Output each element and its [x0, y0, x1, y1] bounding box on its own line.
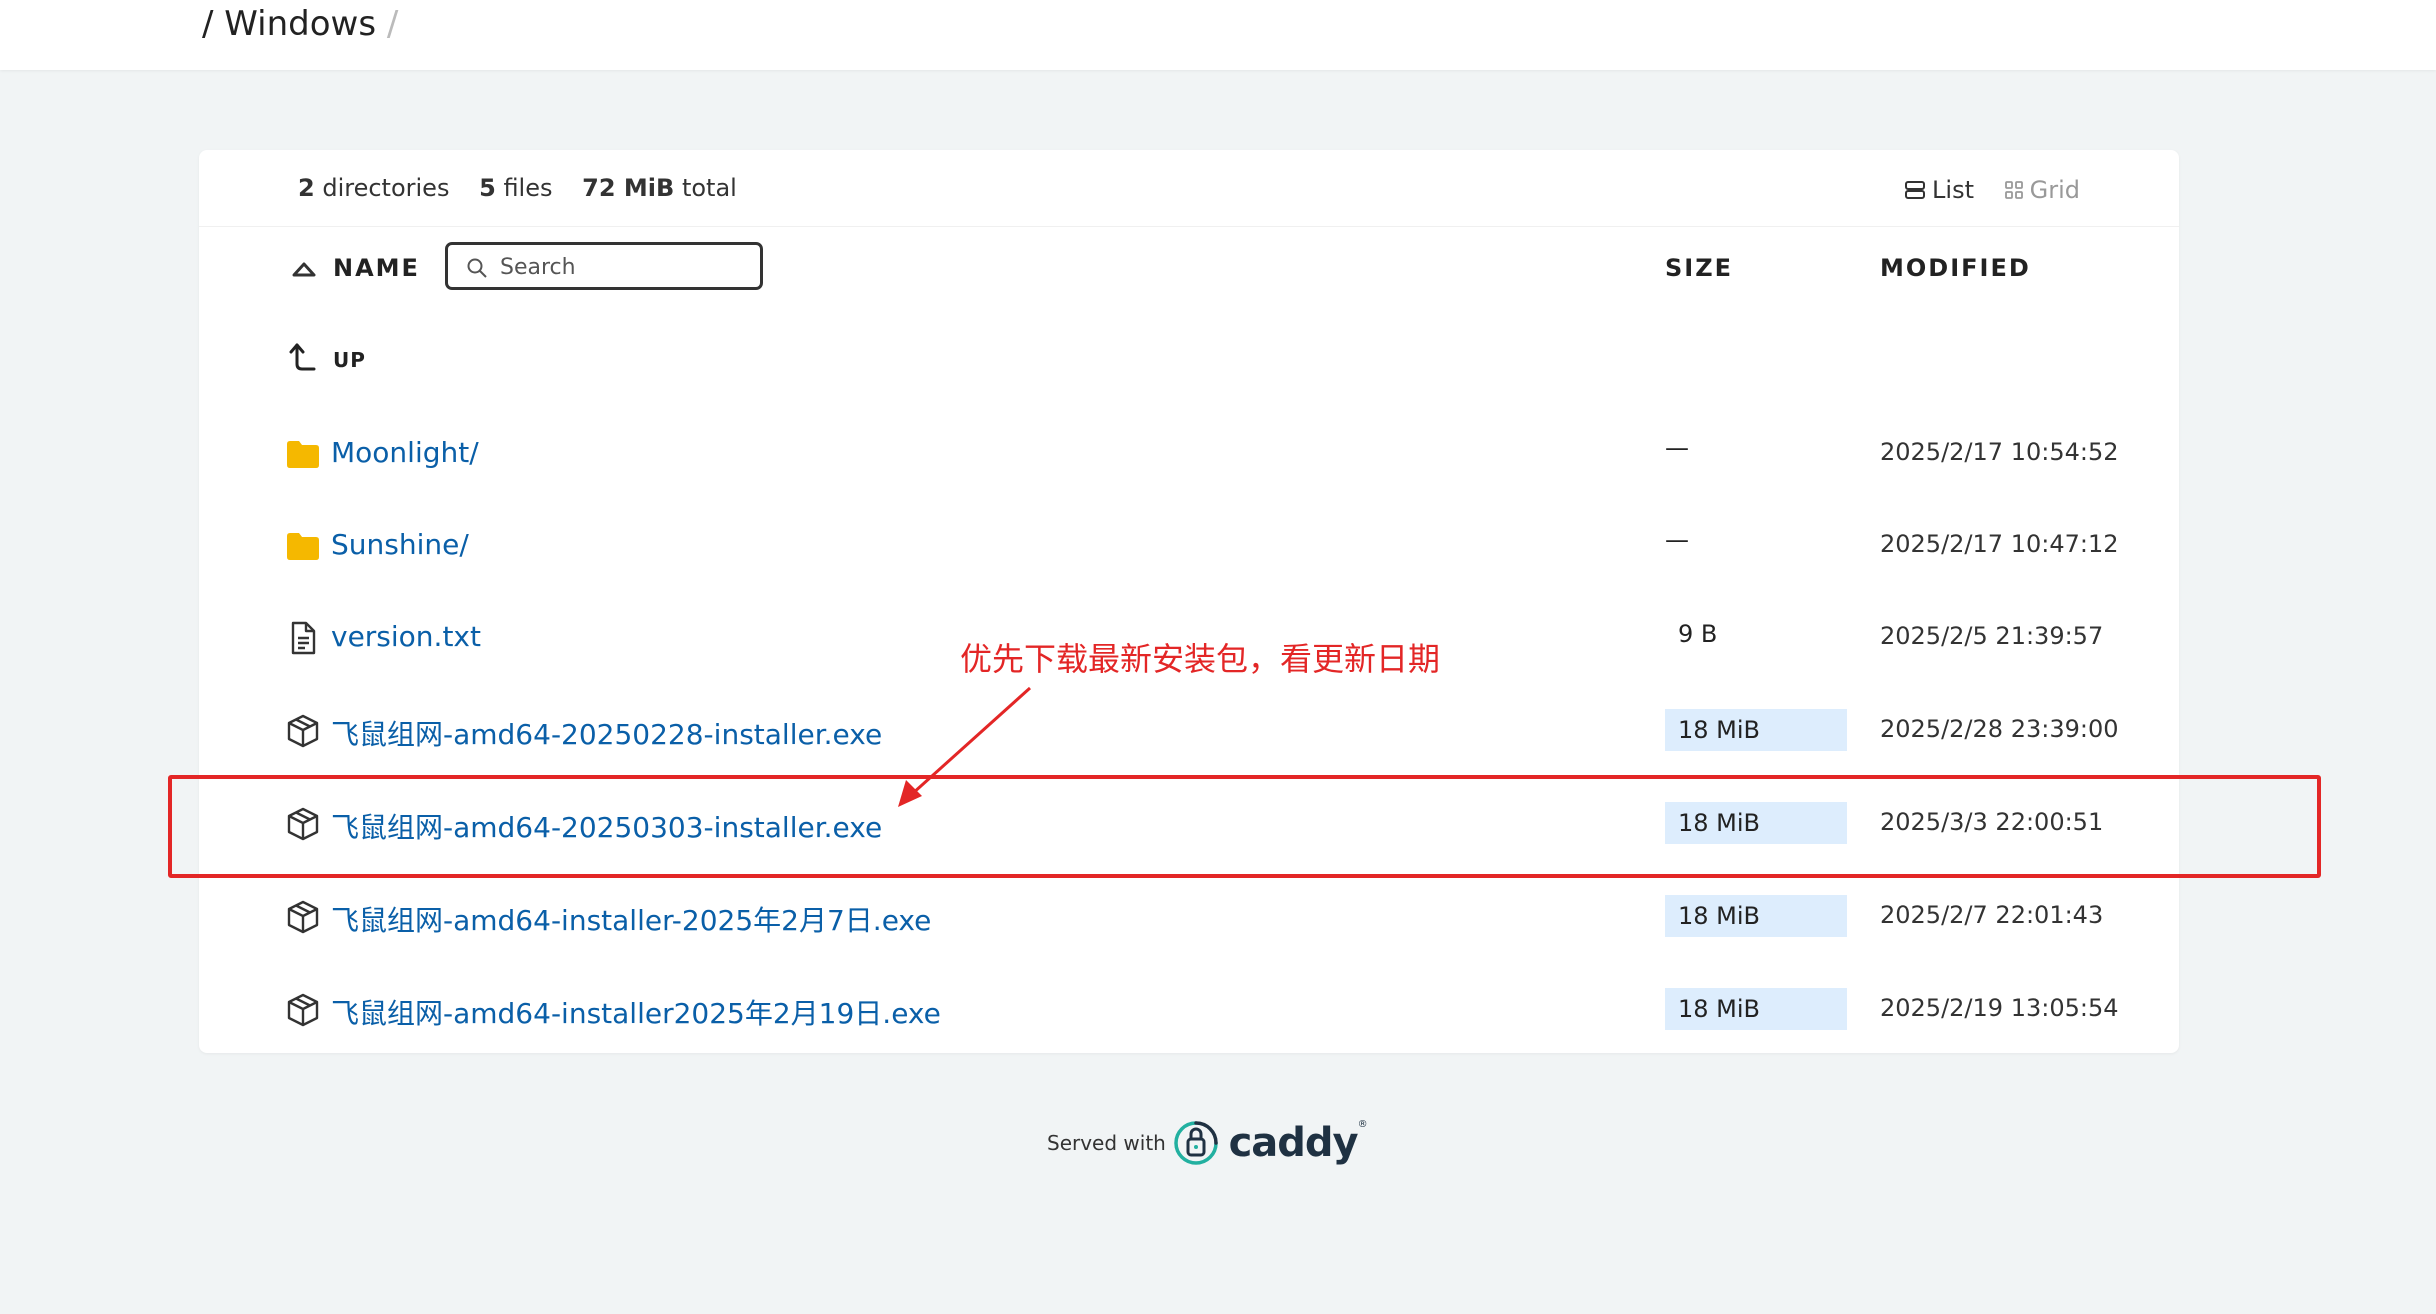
entry-size: —: [1665, 434, 1689, 462]
entry-modified: 2025/2/17 10:54:52: [1880, 438, 2119, 466]
column-header-name[interactable]: NAME: [333, 254, 420, 282]
served-with-text: Served with: [1047, 1131, 1166, 1155]
up-arrow-icon: [289, 343, 316, 371]
caddy-logo-icon[interactable]: [1172, 1119, 1220, 1167]
list-item: 飞鼠组网-amd64-installer-2025年2月7日.exe 18 Mi…: [199, 889, 2179, 949]
entry-size: 18 MiB: [1665, 709, 1847, 751]
entry-name-link[interactable]: 飞鼠组网-amd64-installer2025年2月19日.exe: [331, 992, 941, 1032]
entry-modified: 2025/2/7 22:01:43: [1880, 901, 2104, 929]
package-icon: [287, 714, 319, 748]
entry-name-link[interactable]: 飞鼠组网-amd64-installer-2025年2月7日.exe: [331, 899, 931, 939]
breadcrumb: / Windows /: [202, 4, 398, 44]
entry-name-link[interactable]: 飞鼠组网-amd64-20250228-installer.exe: [331, 713, 882, 753]
total-size: 72 MiB: [582, 174, 675, 202]
directory-count: 2: [298, 174, 315, 202]
file-count: 5: [479, 174, 496, 202]
breadcrumb-separator: /: [202, 4, 214, 44]
list-item: Sunshine/ — 2025/2/17 10:47:12: [199, 518, 2179, 578]
directory-count-label: directories: [322, 174, 450, 202]
list-item: 飞鼠组网-amd64-installer2025年2月19日.exe 18 Mi…: [199, 982, 2179, 1042]
list-icon: [1905, 180, 1926, 199]
list-view-button[interactable]: List: [1904, 175, 1982, 204]
package-icon: [287, 993, 319, 1027]
entry-size: 9 B: [1678, 620, 1718, 648]
column-header-modified[interactable]: MODIFIED: [1880, 254, 2031, 282]
breadcrumb-trailing-separator: /: [386, 4, 399, 44]
listing-summary: 2 directories 5 files 72 MiB total: [298, 174, 737, 202]
search-icon: [467, 258, 487, 278]
grid-icon: [2004, 180, 2023, 199]
grid-view-label: Grid: [2029, 175, 2080, 204]
annotation-arrow-icon: [898, 686, 1032, 807]
entry-modified: 2025/2/19 13:05:54: [1880, 994, 2119, 1022]
list-view-label: List: [1932, 175, 1974, 204]
file-listing-card: 2 directories 5 files 72 MiB total List …: [199, 150, 2179, 1053]
search-input[interactable]: [498, 251, 752, 283]
column-header-row: NAME SIZE MODIFIED: [199, 242, 2179, 298]
total-size-label: total: [681, 174, 737, 202]
file-count-label: files: [503, 174, 553, 202]
entry-name-link[interactable]: Moonlight/: [331, 436, 479, 469]
entry-modified: 2025/2/17 10:47:12: [1880, 530, 2119, 558]
breadcrumb-current-windows[interactable]: Windows: [224, 4, 376, 44]
caddy-brand-text[interactable]: caddy: [1229, 1120, 1359, 1166]
footer: Served with caddy®: [1047, 1119, 1368, 1167]
grid-view-button[interactable]: Grid: [2004, 175, 2080, 204]
folder-icon: [287, 533, 319, 560]
annotation-text: 优先下载最新安装包，看更新日期: [960, 640, 1441, 678]
package-icon: [287, 900, 319, 934]
summary-divider: [199, 226, 2179, 227]
entry-size: 18 MiB: [1665, 988, 1847, 1030]
folder-icon: [287, 441, 319, 468]
entry-name-link[interactable]: Sunshine/: [331, 528, 469, 561]
column-header-size[interactable]: SIZE: [1665, 254, 1733, 282]
annotation-highlight-box: [168, 775, 2321, 878]
text-file-icon: [291, 621, 316, 655]
entry-modified: 2025/2/5 21:39:57: [1880, 622, 2104, 650]
layout-toggle: List Grid: [1904, 174, 2080, 204]
search-box[interactable]: [445, 242, 763, 290]
top-bar: / Windows /: [0, 0, 2436, 70]
entry-modified: 2025/2/28 23:39:00: [1880, 715, 2119, 743]
sort-ascending-icon[interactable]: [291, 260, 317, 278]
entry-size: —: [1665, 526, 1689, 554]
entry-name-link[interactable]: version.txt: [331, 620, 481, 653]
list-item: 飞鼠组网-amd64-20250228-installer.exe 18 MiB…: [199, 703, 2179, 763]
trademark-mark: ®: [1357, 1119, 1368, 1130]
entry-size: 18 MiB: [1665, 895, 1847, 937]
up-label: UP: [333, 348, 366, 372]
list-item: Moonlight/ — 2025/2/17 10:54:52: [199, 426, 2179, 486]
